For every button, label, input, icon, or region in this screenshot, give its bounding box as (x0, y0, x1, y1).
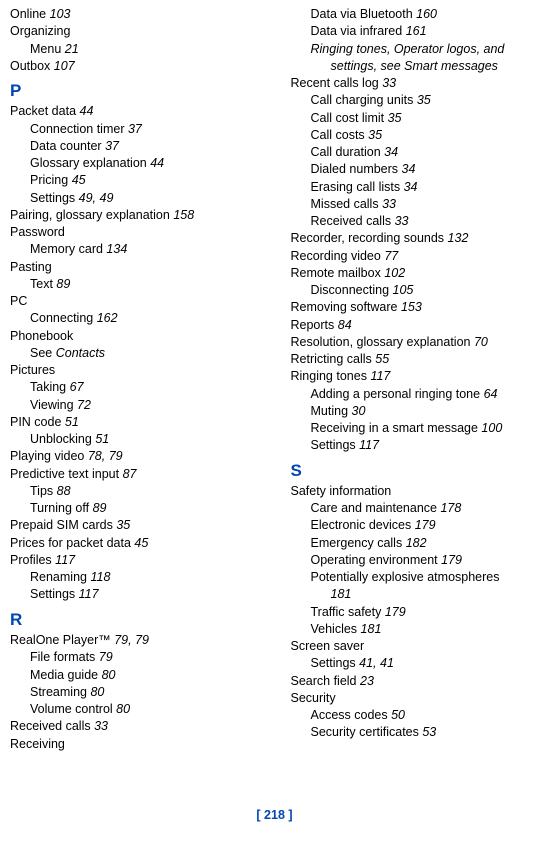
idx-remsw: Removing software 153 (291, 299, 540, 316)
idx-rcl-dn: Dialed numbers 34 (291, 161, 540, 178)
idx-ring-set: Settings 117 (291, 437, 540, 454)
idx-pasting: Pasting (10, 259, 259, 276)
idx-ro-st: Streaming 80 (10, 684, 259, 701)
idx-prof-ren: Renaming 118 (10, 569, 259, 586)
idx-recorder: Recorder, recording sounds 132 (291, 230, 540, 247)
right-column: Data via Bluetooth 160 Data via infrared… (291, 6, 540, 753)
idx-saf-pea2: 181 (291, 586, 540, 603)
index-columns: Online 103 Organizing Menu 21 Outbox 107… (10, 6, 539, 753)
idx-rcl-cd: Call duration 34 (291, 144, 540, 161)
idx-pred-tips: Tips 88 (10, 483, 259, 500)
idx-phonebook-see: See Contacts (10, 345, 259, 362)
idx-sfield: Search field 23 (291, 673, 540, 690)
idx-ring-rec: Receiving in a smart message 100 (291, 420, 540, 437)
idx-packet-ct: Connection timer 37 (10, 121, 259, 138)
idx-saf-ts: Traffic safety 179 (291, 604, 540, 621)
idx-dvb: Data via Bluetooth 160 (291, 6, 540, 23)
letter-s: S (291, 459, 540, 482)
idx-security: Security (291, 690, 540, 707)
idx-rcl-rc: Received calls 33 (291, 213, 540, 230)
idx-ring-add: Adding a personal ringing tone 64 (291, 386, 540, 403)
letter-r: R (10, 608, 259, 631)
idx-ro-vc: Volume control 80 (10, 701, 259, 718)
idx-rcl: Recent calls log 33 (291, 75, 540, 92)
idx-pred-to: Turning off 89 (10, 500, 259, 517)
idx-password-mc: Memory card 134 (10, 241, 259, 258)
idx-reports: Reports 84 (291, 317, 540, 334)
idx-rcl-cc: Call costs 35 (291, 127, 540, 144)
idx-pc-conn: Connecting 162 (10, 310, 259, 327)
idx-safety: Safety information (291, 483, 540, 500)
idx-rcl-ccl: Call cost limit 35 (291, 110, 540, 127)
idx-recvid: Recording video 77 (291, 248, 540, 265)
idx-saf-cm: Care and maintenance 178 (291, 500, 540, 517)
idx-receiving: Receiving (10, 736, 259, 753)
idx-scsaver-s: Settings 41, 41 (291, 655, 540, 672)
idx-rcl-mc: Missed calls 33 (291, 196, 540, 213)
idx-prices: Prices for packet data 45 (10, 535, 259, 552)
idx-organizing-menu: Menu 21 (10, 41, 259, 58)
idx-phonebook: Phonebook (10, 328, 259, 345)
idx-sec-ac: Access codes 50 (291, 707, 540, 724)
idx-saf-oe: Operating environment 179 (291, 552, 540, 569)
idx-organizing: Organizing (10, 23, 259, 40)
idx-rcl-ec: Erasing call lists 34 (291, 179, 540, 196)
idx-pasting-text: Text 89 (10, 276, 259, 293)
idx-pin-un: Unblocking 51 (10, 431, 259, 448)
idx-online: Online 103 (10, 6, 259, 23)
idx-predtext: Predictive text input 87 (10, 466, 259, 483)
left-column: Online 103 Organizing Menu 21 Outbox 107… (10, 6, 259, 753)
idx-saf-ec: Emergency calls 182 (291, 535, 540, 552)
idx-playvid: Playing video 78, 79 (10, 448, 259, 465)
idx-rcl-ccu: Call charging units 35 (291, 92, 540, 109)
idx-prof-set: Settings 117 (10, 586, 259, 603)
idx-pictures: Pictures (10, 362, 259, 379)
idx-pairing: Pairing, glossary explanation 158 (10, 207, 259, 224)
idx-packet-pr: Pricing 45 (10, 172, 259, 189)
idx-retr: Retricting calls 55 (291, 351, 540, 368)
idx-pictures-vw: Viewing 72 (10, 397, 259, 414)
idx-pictures-tk: Taking 67 (10, 379, 259, 396)
idx-pin: PIN code 51 (10, 414, 259, 431)
idx-resol: Resolution, glossary explanation 70 (291, 334, 540, 351)
idx-sec-sc: Security certificates 53 (291, 724, 540, 741)
page-number: [ 218 ] (0, 807, 549, 824)
idx-packet-se: Settings 49, 49 (10, 190, 259, 207)
idx-realone: RealOne Player™ 79, 79 (10, 632, 259, 649)
idx-outbox: Outbox 107 (10, 58, 259, 75)
idx-dvi: Data via infrared 161 (291, 23, 540, 40)
idx-saf-vh: Vehicles 181 (291, 621, 540, 638)
idx-rtol-l2: settings, see Smart messages (291, 58, 540, 75)
idx-packet-ge: Glossary explanation 44 (10, 155, 259, 172)
idx-remmb: Remote mailbox 102 (291, 265, 540, 282)
idx-password: Password (10, 224, 259, 241)
idx-ro-ff: File formats 79 (10, 649, 259, 666)
idx-ring-mut: Muting 30 (291, 403, 540, 420)
idx-prepaid: Prepaid SIM cards 35 (10, 517, 259, 534)
idx-profiles: Profiles 117 (10, 552, 259, 569)
idx-rtol-l1: Ringing tones, Operator logos, and (291, 41, 540, 58)
idx-saf-ed: Electronic devices 179 (291, 517, 540, 534)
idx-ring: Ringing tones 117 (291, 368, 540, 385)
idx-saf-pea1: Potentially explosive atmospheres (291, 569, 540, 586)
idx-scsaver: Screen saver (291, 638, 540, 655)
letter-p: P (10, 79, 259, 102)
idx-remmb-dis: Disconnecting 105 (291, 282, 540, 299)
idx-ro-mg: Media guide 80 (10, 667, 259, 684)
idx-packet-dc: Data counter 37 (10, 138, 259, 155)
idx-packet: Packet data 44 (10, 103, 259, 120)
idx-pc: PC (10, 293, 259, 310)
idx-reccalls: Received calls 33 (10, 718, 259, 735)
